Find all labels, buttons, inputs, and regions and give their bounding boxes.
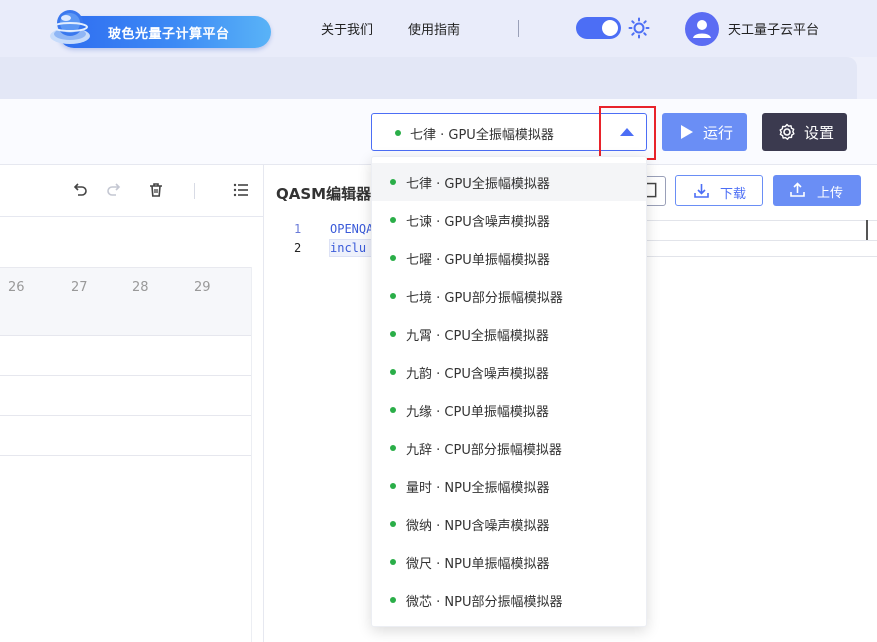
code-line[interactable]: inclu (330, 241, 366, 255)
status-dot (390, 331, 396, 337)
toolbar-separator (194, 183, 195, 199)
dropdown-option[interactable]: 七律 · GPU全振幅模拟器 (372, 163, 646, 201)
settings-button[interactable]: 设置 (762, 113, 847, 151)
column-number: 29 (194, 280, 211, 295)
tab-strip (0, 57, 857, 99)
dropdown-option-label: 九缘 · CPU单振幅模拟器 (406, 405, 549, 420)
column-number: 27 (71, 280, 88, 295)
list-icon[interactable] (232, 181, 250, 199)
trash-icon[interactable] (147, 181, 165, 199)
dropdown-option-label: 九霄 · CPU全振幅模拟器 (406, 329, 549, 344)
top-header: 玻色光量子计算平台 关于我们 使用指南 天工量子云平台 (0, 0, 877, 57)
upload-button-label: 上传 (817, 186, 844, 201)
dropdown-option[interactable]: 九辞 · CPU部分振幅模拟器 (372, 429, 646, 467)
column-number: 26 (8, 280, 25, 295)
grid-edge (251, 267, 252, 642)
status-dot (390, 597, 396, 603)
undo-icon[interactable] (71, 181, 89, 199)
dropdown-option-label: 七曜 · GPU单振幅模拟器 (406, 253, 550, 268)
dropdown-option-label: 九辞 · CPU部分振幅模拟器 (406, 443, 562, 458)
dropdown-option-label: 七谏 · GPU含噪声模拟器 (406, 215, 550, 230)
circuit-pane: 26 27 28 29 (0, 165, 264, 642)
nav-divider (518, 20, 519, 37)
theme-toggle[interactable] (576, 17, 621, 39)
dropdown-option[interactable]: 九霄 · CPU全振幅模拟器 (372, 315, 646, 353)
logo-text: 玻色光量子计算平台 (108, 27, 230, 42)
qubit-line (0, 335, 251, 336)
nav-user-guide[interactable]: 使用指南 (408, 19, 460, 38)
qubit-line (0, 415, 251, 416)
simulator-dropdown: 七律 · GPU全振幅模拟器 七谏 · GPU含噪声模拟器 七曜 · GPU单振… (371, 156, 647, 627)
dropdown-option[interactable]: 九韵 · CPU含噪声模拟器 (372, 353, 646, 391)
dropdown-option[interactable]: 微尺 · NPU单振幅模拟器 (372, 543, 646, 581)
run-button[interactable]: 运行 (662, 113, 747, 151)
dropdown-option[interactable]: 七曜 · GPU单振幅模拟器 (372, 239, 646, 277)
settings-button-label: 设置 (804, 124, 835, 142)
redo-icon[interactable] (105, 181, 123, 199)
app-root: 玻色光量子计算平台 关于我们 使用指南 天工量子云平台 七律 · GPU全振幅模… (0, 0, 877, 642)
run-button-label: 运行 (703, 124, 734, 142)
gear-icon (779, 123, 795, 140)
status-dot (390, 293, 396, 299)
dropdown-option-label: 微芯 · NPU部分振幅模拟器 (406, 595, 563, 610)
status-dot (390, 179, 396, 185)
toggle-knob (602, 20, 618, 36)
qubit-line (0, 455, 251, 456)
dropdown-option-label: 七境 · GPU部分振幅模拟器 (406, 291, 563, 306)
highlight-annotation (599, 106, 656, 160)
download-icon (694, 184, 709, 198)
orb-logo-icon (50, 10, 90, 44)
download-button[interactable]: 下载 (675, 175, 763, 206)
simulator-select-value: 七律 · GPU全振幅模拟器 (410, 128, 554, 143)
upload-icon (790, 182, 805, 197)
upload-button[interactable]: 上传 (773, 175, 861, 206)
status-dot (390, 217, 396, 223)
editor-divider (644, 256, 877, 257)
dropdown-option[interactable]: 微芯 · NPU部分振幅模拟器 (372, 581, 646, 619)
play-icon (681, 125, 693, 139)
status-dot (395, 130, 401, 136)
editor-divider (644, 220, 877, 221)
dropdown-option-label: 量时 · NPU全振幅模拟器 (406, 481, 550, 496)
status-dot (390, 559, 396, 565)
editor-divider (644, 240, 877, 241)
dropdown-option[interactable]: 七境 · GPU部分振幅模拟器 (372, 277, 646, 315)
status-dot (390, 407, 396, 413)
dropdown-option-label: 九韵 · CPU含噪声模拟器 (406, 367, 549, 382)
user-avatar[interactable] (685, 12, 719, 46)
qubit-line (0, 375, 251, 376)
editor-cursor-marker (866, 220, 868, 240)
status-dot (390, 369, 396, 375)
line-number: 2 (294, 241, 302, 255)
status-dot (390, 521, 396, 527)
sun-icon (628, 17, 650, 39)
editor-title: QASM编辑器 (276, 185, 372, 203)
circuit-toolbar (0, 165, 264, 217)
status-dot (390, 483, 396, 489)
dropdown-option[interactable]: 九缘 · CPU单振幅模拟器 (372, 391, 646, 429)
dropdown-option-label: 七律 · GPU全振幅模拟器 (406, 177, 550, 192)
status-dot (390, 255, 396, 261)
user-name[interactable]: 天工量子云平台 (728, 19, 819, 38)
dropdown-option-label: 微纳 · NPU含噪声模拟器 (406, 519, 550, 534)
dropdown-option-label: 微尺 · NPU单振幅模拟器 (406, 557, 550, 572)
status-dot (390, 445, 396, 451)
dropdown-option[interactable]: 微纳 · NPU含噪声模拟器 (372, 505, 646, 543)
download-button-label: 下载 (720, 187, 747, 202)
code-line[interactable]: OPENQA (330, 222, 373, 236)
user-avatar-icon (693, 20, 711, 38)
line-number: 1 (294, 222, 302, 236)
dropdown-option[interactable]: 七谏 · GPU含噪声模拟器 (372, 201, 646, 239)
dropdown-option[interactable]: 量时 · NPU全振幅模拟器 (372, 467, 646, 505)
column-number: 28 (132, 280, 149, 295)
circuit-grid-header: 26 27 28 29 (0, 267, 251, 335)
platform-logo[interactable]: 玻色光量子计算平台 (48, 4, 273, 50)
nav-about-us[interactable]: 关于我们 (321, 19, 373, 38)
